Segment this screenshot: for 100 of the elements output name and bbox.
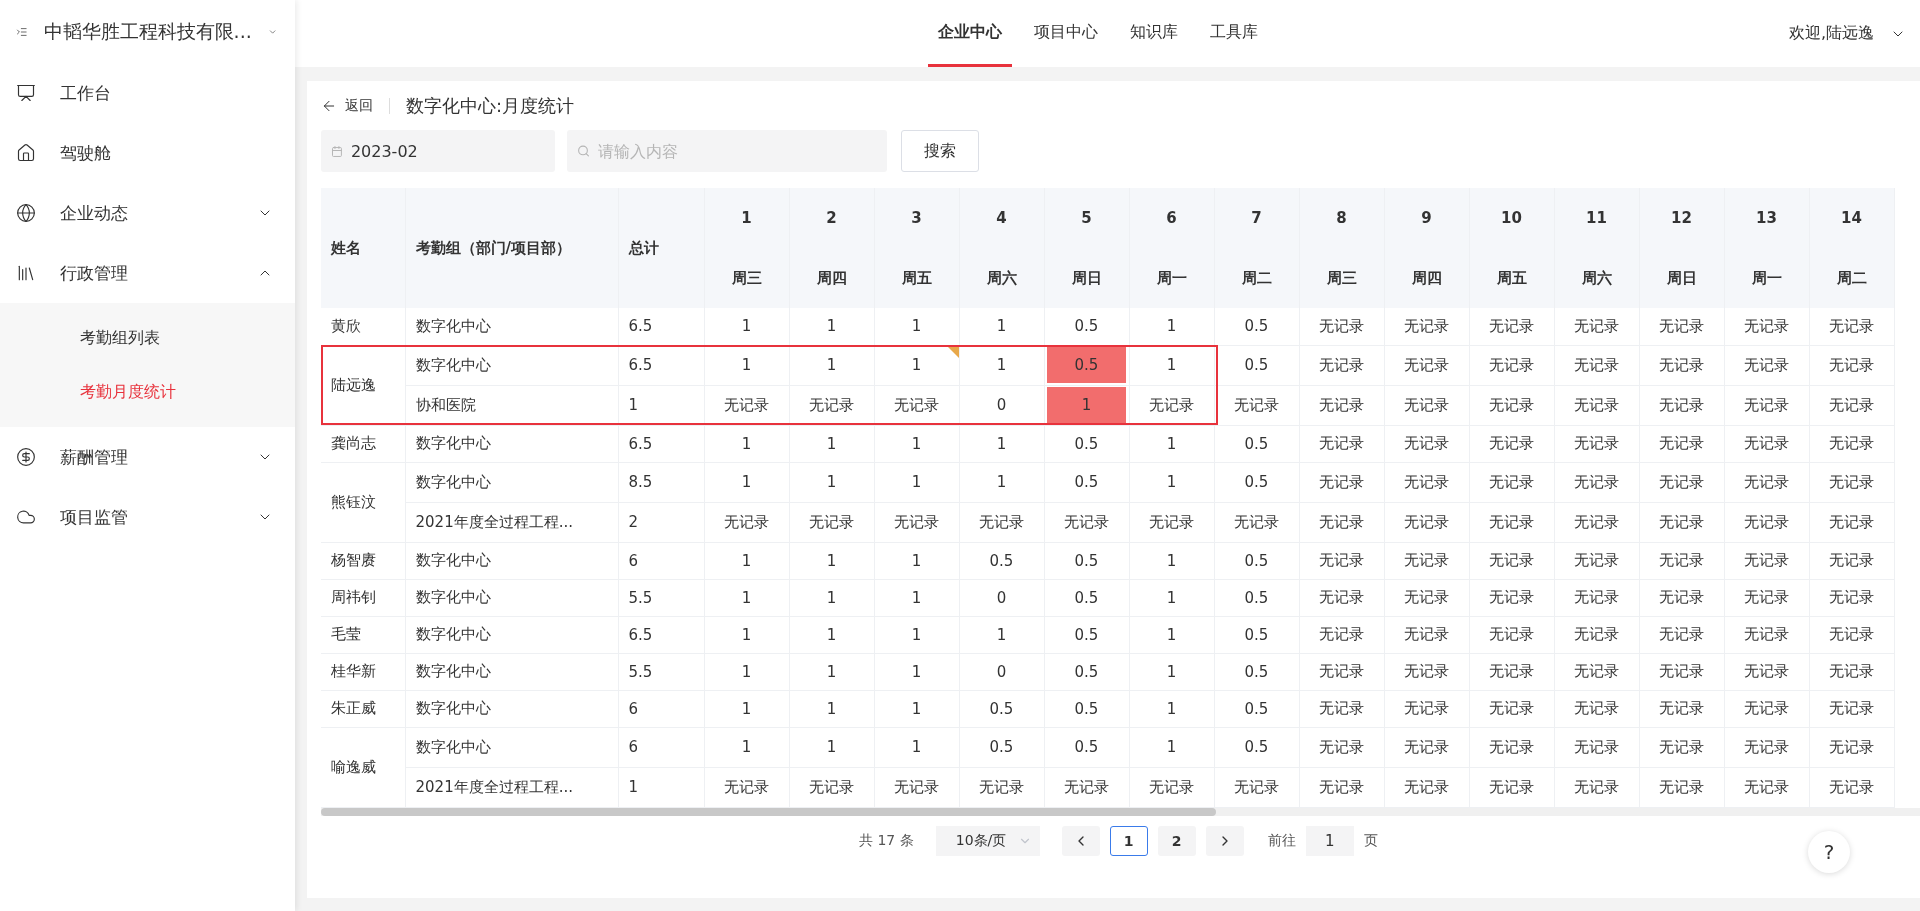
nav-tab[interactable]: 知识库 [1119, 0, 1188, 67]
user-menu[interactable]: 欢迎,陆远逸 [1788, 0, 1906, 67]
table-cell: 无记录 [789, 502, 874, 542]
table-cell: 无记录 [1554, 345, 1639, 385]
table-cell: 无记录 [1639, 727, 1724, 767]
table-cell: 1 [1129, 425, 1214, 462]
nav-tab[interactable]: 工具库 [1199, 0, 1268, 67]
column-header: 3 [874, 188, 959, 248]
table-cell: 5.5 [618, 579, 704, 616]
table-cell: 无记录 [1214, 767, 1299, 807]
table-cell: 1 [704, 579, 789, 616]
column-header: 6 [1129, 188, 1214, 248]
table-cell: 1 [789, 579, 874, 616]
table-cell: 0 [959, 653, 1044, 690]
table-cell: 1 [789, 308, 874, 345]
table-cell: 无记录 [1554, 727, 1639, 767]
column-header: 10 [1469, 188, 1554, 248]
column-header: 7 [1214, 188, 1299, 248]
table-cell: 无记录 [1469, 308, 1554, 345]
table-cell: 无记录 [1299, 345, 1384, 385]
scrollbar-thumb[interactable] [321, 807, 1217, 816]
table-cell: 无记录 [1724, 767, 1809, 807]
table-cell: 无记录 [1299, 653, 1384, 690]
prev-page-button[interactable] [1061, 825, 1100, 856]
table-cell: 0.5 [1214, 462, 1299, 502]
table-cell: 无记录 [1554, 767, 1639, 807]
table-cell: 无记录 [1299, 579, 1384, 616]
table-cell: 1 [704, 690, 789, 727]
column-header: 周一 [1724, 248, 1809, 308]
next-page-button[interactable] [1205, 825, 1244, 856]
table-cell: 无记录 [1809, 579, 1894, 616]
table-cell: 无记录 [1469, 579, 1554, 616]
column-header: 周四 [789, 248, 874, 308]
table-cell: 2 [618, 502, 704, 542]
search-input[interactable]: 请输入内容 [596, 140, 877, 162]
search-button[interactable]: 搜索 [901, 130, 979, 172]
table-cell: 无记录 [1044, 767, 1129, 807]
goto-page-field[interactable]: 1 [1305, 825, 1354, 856]
table-cell: 无记录 [1724, 727, 1809, 767]
table-cell: 0.5 [1044, 653, 1129, 690]
table-cell: 无记录 [1384, 425, 1469, 462]
table-cell: 1 [959, 425, 1044, 462]
column-header: 12 [1639, 188, 1724, 248]
month-picker[interactable]: 2023-02 [321, 130, 555, 172]
table-cell: 无记录 [1809, 345, 1894, 385]
company-name: 中韬华胜工程科技有限... [43, 18, 252, 44]
table-cell: 5.5 [618, 653, 704, 690]
table-cell: 1 [874, 425, 959, 462]
table-cell: 无记录 [1809, 425, 1894, 462]
column-header: 2 [789, 188, 874, 248]
table-cell: 无记录 [1299, 425, 1384, 462]
sidebar-item[interactable]: 工作台 [0, 63, 295, 123]
table-cell: 无记录 [1554, 308, 1639, 345]
back-link[interactable]: 返回 [321, 97, 373, 115]
month-input[interactable]: 2023-02 [348, 140, 545, 162]
nav-tab[interactable]: 项目中心 [1023, 0, 1108, 67]
sidebar-item[interactable]: 项目监管 [0, 487, 295, 547]
table-cell: 无记录 [1299, 690, 1384, 727]
submenu-item[interactable]: 考勤组列表 [0, 311, 295, 365]
table-cell: 毛莹 [321, 616, 405, 653]
page-button[interactable]: 2 [1157, 825, 1196, 856]
table-cell: 无记录 [1639, 690, 1724, 727]
table-cell: 0.5 [1214, 653, 1299, 690]
nav-tab[interactable]: 企业中心 [927, 0, 1012, 67]
column-header: 考勤组（部门/项目部） [405, 188, 618, 308]
table-cell: 无记录 [1299, 308, 1384, 345]
table-cell: 1 [874, 616, 959, 653]
search-field[interactable]: 请输入内容 [567, 130, 887, 172]
table-cell: 无记录 [1639, 616, 1724, 653]
table-cell: 无记录 [1384, 542, 1469, 579]
table-cell: 无记录 [1639, 579, 1724, 616]
table-cell: 无记录 [1639, 462, 1724, 502]
table-cell: 无记录 [1469, 345, 1554, 385]
table-cell: 0.5 [1214, 690, 1299, 727]
sidebar-item[interactable]: 薪酬管理 [0, 427, 295, 487]
page-size-select[interactable]: 10条/页 [935, 825, 1040, 856]
table-cell: 1 [789, 690, 874, 727]
table-cell: 0.5 [1044, 308, 1129, 345]
table-cell: 1 [874, 727, 959, 767]
sidebar-item[interactable]: 驾驶舱 [0, 123, 295, 183]
table-cell: 协和医院 [405, 385, 618, 425]
submenu-item[interactable]: 考勤月度统计 [0, 365, 295, 419]
table-cell: 无记录 [874, 502, 959, 542]
table-cell: 无记录 [704, 767, 789, 807]
column-header: 周日 [1639, 248, 1724, 308]
sidebar-item[interactable]: 行政管理 [0, 243, 295, 303]
table-cell: 数字化中心 [405, 462, 618, 502]
table-cell: 无记录 [1809, 308, 1894, 345]
table-cell: 数字化中心 [405, 653, 618, 690]
table-cell: 0.5 [959, 690, 1044, 727]
table-cell: 无记录 [1809, 653, 1894, 690]
table-cell: 无记录 [1724, 308, 1809, 345]
table-cell: 0 [959, 579, 1044, 616]
page-button[interactable]: 1 [1109, 825, 1148, 856]
sidebar-item[interactable]: 企业动态 [0, 183, 295, 243]
table-cell: 无记录 [1724, 345, 1809, 385]
table-cell: 黄欣 [321, 308, 405, 345]
table-cell: 无记录 [1299, 462, 1384, 502]
table-cell: 2021年度全过程工程... [405, 767, 618, 807]
table-cell: 无记录 [1384, 727, 1469, 767]
